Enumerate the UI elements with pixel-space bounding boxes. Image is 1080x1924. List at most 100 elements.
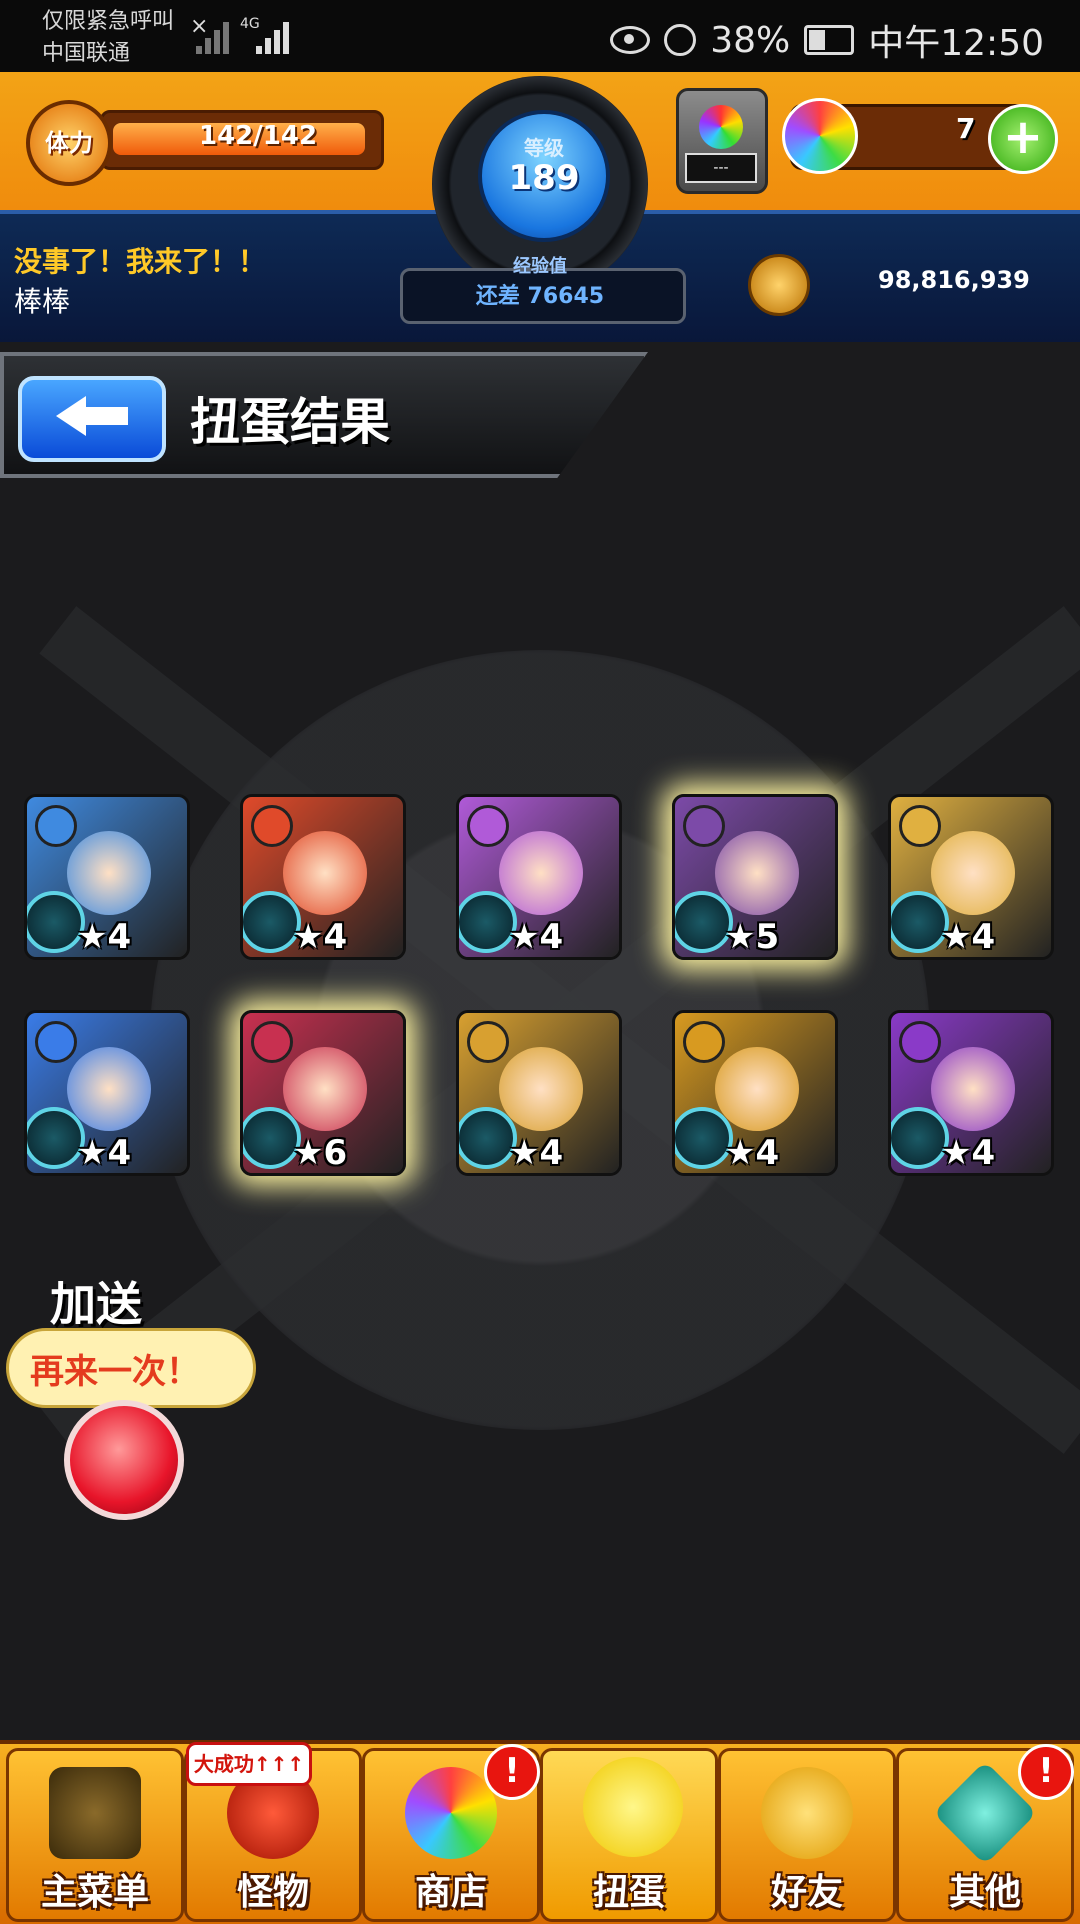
- carrier-line-2: 中国联通: [42, 41, 131, 66]
- stamina-badge: 体力: [26, 100, 112, 186]
- level-value: 189: [508, 158, 580, 198]
- ball-type-icon: [27, 891, 85, 953]
- monster-face: [283, 831, 367, 915]
- nav-label-gacha: 扭蛋: [592, 1872, 665, 1913]
- status-bar: 仅限紧急呼叫 中国联通 × 4G 38% 中午12:50: [0, 0, 1080, 72]
- bonus-orb-button[interactable]: [64, 1400, 184, 1520]
- player-name: 棒棒: [14, 285, 71, 318]
- rarity-stars: ★4: [509, 1133, 564, 1173]
- carrier-info: 仅限紧急呼叫 中国联通: [42, 6, 174, 70]
- rarity-stars: ★5: [725, 917, 780, 957]
- monster-face: [499, 831, 583, 915]
- ball-type-icon: [891, 1107, 949, 1169]
- monster-result-card[interactable]: ★4: [24, 794, 190, 960]
- rarity-stars: ★4: [509, 917, 564, 957]
- gate-icon: [49, 1767, 141, 1859]
- fire-element-icon: [251, 805, 293, 847]
- signal-icon: [196, 18, 236, 54]
- nav-main-menu[interactable]: 主菜单: [6, 1748, 184, 1922]
- ball-type-icon: [675, 1107, 733, 1169]
- shop-alert-badge: !: [484, 1744, 540, 1800]
- signal-icon-2: [256, 18, 296, 54]
- bonus-label: 加送: [50, 1277, 142, 1331]
- coin-count: 98,816,939: [878, 266, 1030, 294]
- nav-label-other: 其他: [948, 1872, 1021, 1913]
- light-element-icon: [683, 1021, 725, 1063]
- monster-result-card[interactable]: ★6: [240, 1010, 406, 1176]
- battery-percent: 38%: [710, 19, 791, 61]
- back-button[interactable]: [18, 376, 166, 462]
- chick-icon: [583, 1757, 683, 1857]
- alarm-icon: [664, 24, 697, 56]
- rarity-stars: ★4: [725, 1133, 780, 1173]
- fire-element-icon: [251, 1021, 293, 1063]
- status-right: 38% 中午12:50: [610, 14, 1044, 66]
- monster-result-card[interactable]: ★5: [672, 794, 838, 960]
- carrier-line-1: 仅限紧急呼叫: [42, 9, 175, 34]
- water-element-icon: [35, 805, 77, 847]
- gem-count: 7: [956, 112, 976, 145]
- rainbow-orb-icon: [699, 105, 743, 149]
- monsters-promo-badge: 大成功↑↑↑: [186, 1742, 312, 1786]
- back-arrow-tail: [84, 407, 128, 425]
- ball-type-icon: [891, 891, 949, 953]
- light-element-icon: [467, 1021, 509, 1063]
- other-alert-badge: !: [1018, 1744, 1074, 1800]
- monster-face: [715, 831, 799, 915]
- dark-element-icon: [899, 1021, 941, 1063]
- level-label: 等级: [524, 136, 564, 160]
- monster-result-card[interactable]: ★4: [672, 1010, 838, 1176]
- light-element-icon: [899, 805, 941, 847]
- monster-result-card[interactable]: ★4: [888, 794, 1054, 960]
- nav-label-shop: 商店: [414, 1872, 487, 1913]
- exp-label: 经验值: [513, 256, 567, 277]
- nav-friends[interactable]: 好友: [718, 1748, 896, 1922]
- monster-result-card[interactable]: ★4: [456, 1010, 622, 1176]
- ball-type-icon: [243, 1107, 301, 1169]
- monster-face: [499, 1047, 583, 1131]
- rarity-stars: ★6: [293, 1133, 348, 1173]
- rarity-stars: ★4: [77, 1133, 132, 1173]
- friends-icon: [761, 1767, 853, 1859]
- battery-icon: [804, 25, 855, 55]
- add-gems-button[interactable]: +: [988, 104, 1058, 174]
- monster-result-card[interactable]: ★4: [888, 1010, 1054, 1176]
- nav-label-friends: 好友: [770, 1872, 843, 1913]
- rarity-stars: ★4: [941, 1133, 996, 1173]
- ball-type-icon: [243, 891, 301, 953]
- ball-type-icon: [675, 891, 733, 953]
- coin-icon: [748, 254, 810, 316]
- monster-face: [931, 1047, 1015, 1131]
- monster-result-card[interactable]: ★4: [24, 1010, 190, 1176]
- clock: 中午12:50: [868, 23, 1044, 64]
- nav-gacha[interactable]: 扭蛋: [540, 1748, 718, 1922]
- monster-face: [715, 1047, 799, 1131]
- water-element-icon: [35, 1021, 77, 1063]
- monster-face: [931, 831, 1015, 915]
- monster-face: [283, 1047, 367, 1131]
- eye-icon: [610, 26, 651, 54]
- dark-element-icon: [467, 805, 509, 847]
- exp-remaining: 还差 76645: [475, 284, 605, 309]
- back-arrow-icon: [56, 396, 86, 436]
- orb-gem-icon: [782, 98, 858, 174]
- machine-display: ---: [685, 153, 757, 183]
- ball-type-icon: [459, 1107, 517, 1169]
- player-message: 没事了！我来了！！: [14, 245, 267, 278]
- monster-face: [67, 831, 151, 915]
- stamina-value: 142/142: [199, 121, 318, 151]
- page-title: 扭蛋结果: [190, 393, 390, 451]
- monster-result-card[interactable]: ★4: [240, 794, 406, 960]
- gacha-machine-icon[interactable]: ---: [676, 88, 768, 194]
- rarity-stars: ★4: [941, 917, 996, 957]
- ball-type-icon: [459, 891, 517, 953]
- nav-label-monsters: 怪物: [236, 1872, 309, 1913]
- bonus-bubble-text: 再来一次！: [30, 1352, 200, 1392]
- monster-result-card[interactable]: ★4: [456, 794, 622, 960]
- ball-type-icon: [27, 1107, 85, 1169]
- nav-label-main-menu: 主菜单: [40, 1872, 149, 1913]
- dark-element-icon: [683, 805, 725, 847]
- rarity-stars: ★4: [77, 917, 132, 957]
- rainbow-orb-icon: [405, 1767, 497, 1859]
- rarity-stars: ★4: [293, 917, 348, 957]
